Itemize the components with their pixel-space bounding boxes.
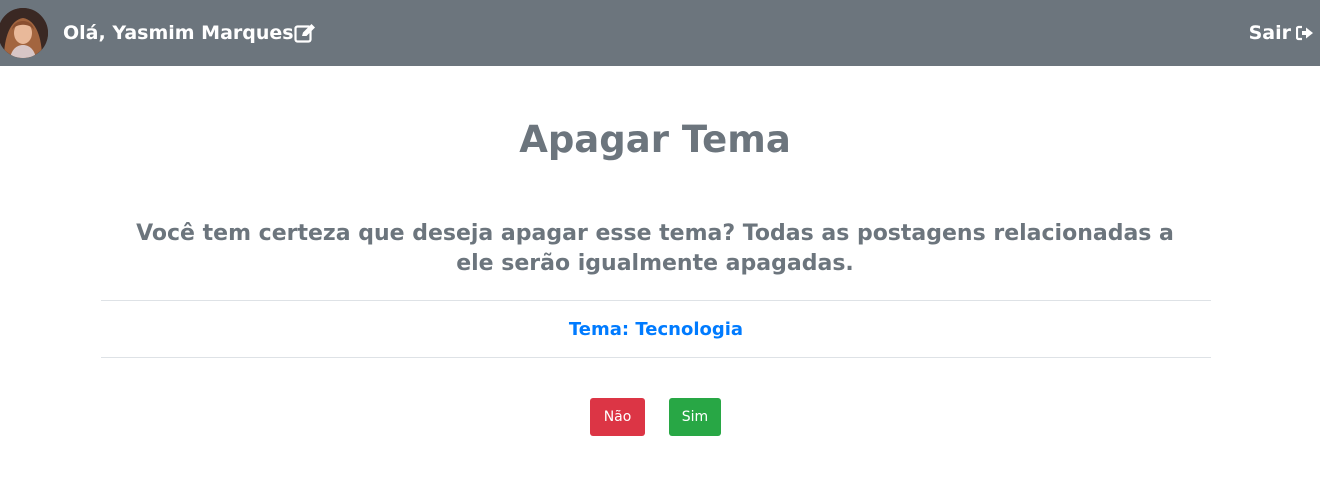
delete-warning-text: Você tem certeza que deseja apagar esse …	[136, 221, 1174, 276]
edit-icon	[294, 24, 315, 43]
sign-out-icon	[1296, 25, 1313, 41]
edit-profile-button[interactable]	[293, 22, 317, 44]
user-avatar[interactable]	[0, 8, 48, 58]
avatar-image	[0, 8, 48, 58]
theme-name: Tema: Tecnologia	[568, 318, 744, 340]
confirm-delete-button[interactable]: Sim	[669, 398, 721, 436]
logout-label: Sair	[1248, 22, 1291, 44]
user-greeting: Olá, Yasmim Marques	[63, 22, 294, 44]
page-title: Apagar Tema	[519, 118, 791, 161]
top-navbar: Olá, Yasmim Marques Sair	[0, 0, 1320, 66]
cancel-button[interactable]: Não	[590, 398, 645, 436]
logout-button[interactable]: Sair	[1249, 20, 1314, 46]
theme-info: Tema: Tecnologia	[101, 300, 1211, 358]
